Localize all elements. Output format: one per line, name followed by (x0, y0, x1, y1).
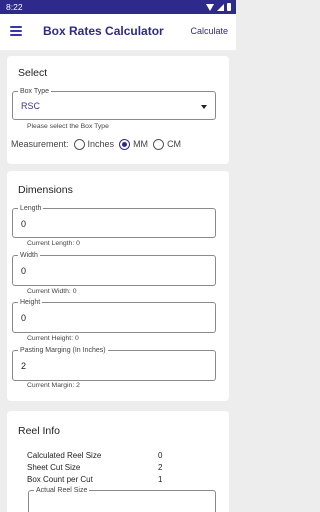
radio-inches[interactable] (73, 138, 85, 150)
dropdown-arrow-icon (201, 105, 207, 109)
width-value: 0 (21, 266, 27, 276)
dimensions-card-title: Dimensions (18, 184, 73, 196)
height-value: 0 (21, 313, 27, 323)
calculated-reel-size-label: Calculated Reel Size (27, 451, 102, 460)
measurement-row: Measurement: Inches MM CM (11, 138, 226, 150)
radio-cm[interactable] (153, 138, 165, 150)
actual-reel-size-label: Actual Reel Size (34, 486, 90, 495)
radio-cm-label[interactable]: CM (167, 139, 181, 149)
pasting-margin-label: Pasting Marging (In Inches) (18, 346, 108, 355)
length-label: Length (18, 204, 44, 213)
length-input[interactable]: Length 0 (12, 204, 216, 238)
box-type-value: RSC (21, 101, 41, 111)
status-bar: 8:22 (0, 0, 236, 14)
box-type-label: Box Type (18, 87, 52, 96)
pasting-margin-input[interactable]: Pasting Marging (In Inches) 2 (12, 346, 216, 381)
app-bar: Box Rates Calculator Calculate (0, 14, 236, 50)
height-label: Height (18, 298, 43, 307)
width-helper: Current Width: 0 (27, 288, 77, 295)
radio-inches-label[interactable]: Inches (88, 139, 115, 149)
length-value: 0 (21, 219, 27, 229)
width-label: Width (18, 251, 40, 260)
status-icons (206, 3, 231, 11)
calculate-button[interactable]: Calculate (190, 26, 228, 36)
select-card-title: Select (18, 67, 48, 79)
reel-info-card-title: Reel Info (18, 425, 61, 437)
pasting-margin-value: 2 (21, 361, 27, 371)
box-count-per-cut-label: Box Count per Cut (27, 475, 93, 484)
radio-mm-label[interactable]: MM (133, 139, 148, 149)
wifi-icon (206, 3, 214, 11)
sheet-cut-size-label: Sheet Cut Size (27, 463, 81, 472)
signal-icon (217, 3, 224, 11)
box-type-helper: Please select the Box Type (27, 123, 109, 130)
radio-mm[interactable] (119, 138, 131, 150)
battery-icon (227, 3, 231, 11)
status-time: 8:22 (6, 2, 23, 12)
sheet-cut-size-value: 2 (158, 463, 163, 472)
app-title: Box Rates Calculator (43, 24, 164, 38)
height-helper: Current Height: 0 (27, 335, 79, 342)
menu-icon[interactable] (10, 26, 22, 36)
actual-reel-size-input[interactable]: Actual Reel Size (28, 486, 216, 512)
box-type-dropdown[interactable]: Box Type RSC (12, 87, 216, 120)
height-input[interactable]: Height 0 (12, 298, 216, 333)
pasting-margin-helper: Current Margin: 2 (27, 382, 80, 389)
width-input[interactable]: Width 0 (12, 251, 216, 286)
measurement-label: Measurement: (11, 139, 69, 149)
length-helper: Current Length: 0 (27, 240, 80, 247)
calculated-reel-size-value: 0 (158, 451, 163, 460)
box-count-per-cut-value: 1 (158, 475, 163, 484)
